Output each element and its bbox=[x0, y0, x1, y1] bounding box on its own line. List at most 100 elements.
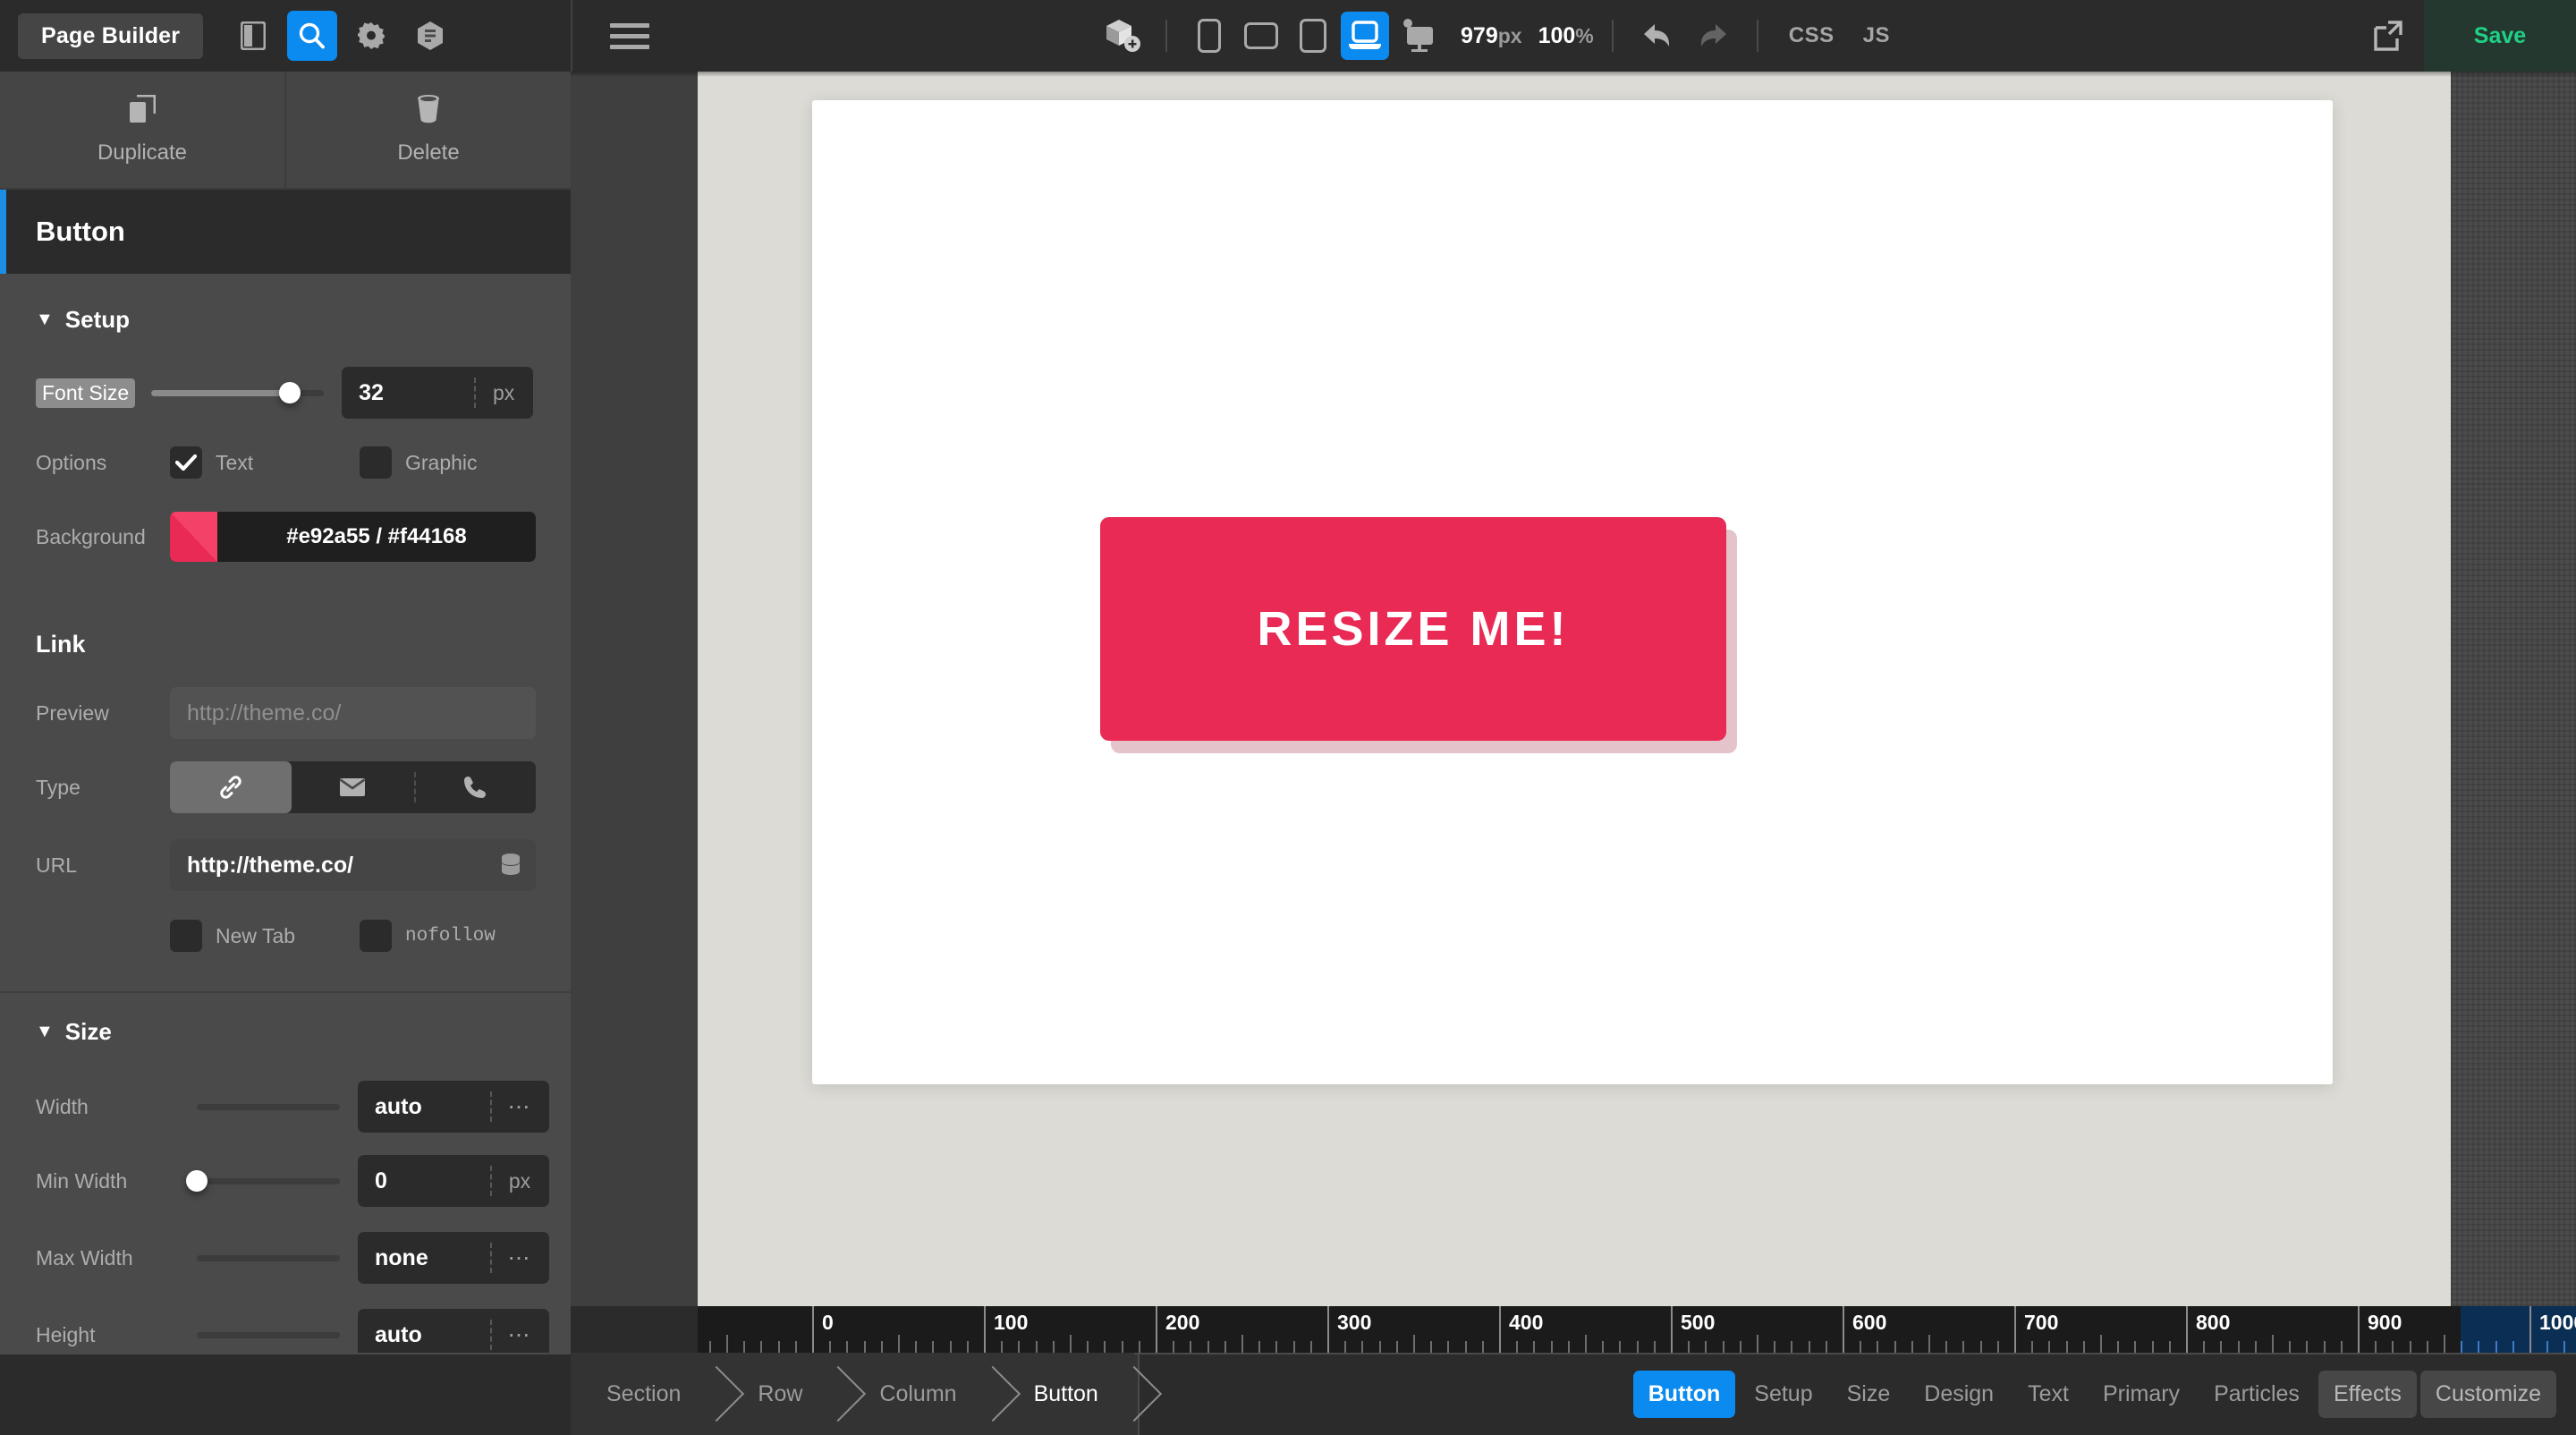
undo-arrow-icon[interactable] bbox=[1631, 10, 1683, 62]
size-section-title[interactable]: ▼ Size bbox=[0, 993, 571, 1071]
link-type-label: Type bbox=[36, 776, 170, 800]
ruler-tick bbox=[795, 1341, 797, 1353]
hamburger-menu-icon[interactable] bbox=[610, 23, 649, 49]
new-tab-option[interactable]: New Tab bbox=[170, 920, 360, 952]
device-desktop[interactable] bbox=[1393, 12, 1441, 60]
height-more-icon[interactable]: ⋯ bbox=[490, 1329, 549, 1342]
max-width-more-icon[interactable]: ⋯ bbox=[490, 1252, 549, 1265]
font-size-value: 32 bbox=[342, 380, 474, 406]
new-tab-label: New Tab bbox=[216, 924, 295, 948]
height-slider[interactable] bbox=[197, 1329, 340, 1340]
trash-icon bbox=[415, 95, 442, 128]
width-more-icon[interactable]: ⋯ bbox=[490, 1100, 549, 1114]
url-label: URL bbox=[36, 853, 170, 878]
ruler-tick bbox=[2203, 1341, 2205, 1353]
ruler-tick bbox=[1757, 1335, 1758, 1353]
open-external-icon[interactable] bbox=[2352, 0, 2424, 72]
ruler-tick bbox=[1928, 1335, 1930, 1353]
gear-icon[interactable] bbox=[346, 11, 396, 61]
tab-customize[interactable]: Customize bbox=[2420, 1371, 2556, 1418]
tab-design[interactable]: Design bbox=[1909, 1371, 2009, 1418]
background-color-field[interactable]: #e92a55 / #f44168 bbox=[170, 512, 536, 562]
ruler-tick bbox=[1070, 1335, 1072, 1353]
preview-input[interactable] bbox=[170, 687, 536, 739]
option-text[interactable]: Text bbox=[170, 446, 360, 479]
ruler-tick bbox=[967, 1341, 969, 1353]
min-width-unit: px bbox=[490, 1169, 549, 1193]
nofollow-checkbox[interactable] bbox=[360, 920, 392, 952]
save-button[interactable]: Save bbox=[2424, 0, 2576, 72]
delete-label: Delete bbox=[397, 140, 459, 166]
delete-button[interactable]: Delete bbox=[284, 72, 571, 188]
ruler-tick bbox=[1740, 1341, 1741, 1353]
device-tablet-portrait[interactable] bbox=[1289, 12, 1337, 60]
chevron-down-icon: ▼ bbox=[36, 310, 54, 330]
link-icon[interactable] bbox=[170, 761, 292, 813]
tab-particles[interactable]: Particles bbox=[2199, 1371, 2315, 1418]
page-builder-brand[interactable]: Page Builder bbox=[18, 13, 203, 59]
text-checkbox[interactable] bbox=[170, 446, 202, 479]
bottom-bar-topline bbox=[0, 1353, 2576, 1354]
tab-primary[interactable]: Primary bbox=[2088, 1371, 2195, 1418]
ruler-tick bbox=[2496, 1341, 2497, 1353]
redo-arrow-icon[interactable] bbox=[1687, 10, 1739, 62]
toolbar-center-group: 979px100% CSS JS bbox=[572, 0, 2352, 72]
ruler-tick bbox=[2478, 1341, 2479, 1353]
ruler-tick bbox=[1568, 1341, 1570, 1353]
width-slider[interactable] bbox=[197, 1101, 340, 1112]
tab-setup[interactable]: Setup bbox=[1739, 1371, 1827, 1418]
database-icon[interactable] bbox=[500, 853, 521, 882]
canvas-button[interactable]: RESIZE ME! bbox=[1100, 517, 1726, 741]
ruler-tick bbox=[2117, 1341, 2119, 1353]
ruler-tick bbox=[2306, 1341, 2308, 1353]
font-size-input[interactable]: 32 px bbox=[342, 367, 533, 419]
ruler-segment: 1000 bbox=[2529, 1306, 2576, 1353]
ruler-tick bbox=[950, 1341, 952, 1353]
height-label: Height bbox=[36, 1323, 170, 1347]
url-input[interactable] bbox=[170, 839, 536, 891]
breadcrumb-item[interactable]: Section bbox=[571, 1353, 716, 1435]
phone-icon[interactable] bbox=[414, 761, 536, 813]
url-field-wrapper bbox=[170, 839, 536, 891]
max-width-slider[interactable] bbox=[197, 1252, 340, 1263]
setup-section-title[interactable]: ▼ Setup bbox=[0, 274, 571, 359]
duplicate-button[interactable]: Duplicate bbox=[0, 72, 284, 188]
toolbar-divider-2 bbox=[1165, 20, 1167, 52]
panel-splitter[interactable] bbox=[571, 72, 698, 1306]
min-width-slider[interactable] bbox=[197, 1176, 340, 1186]
new-tab-checkbox[interactable] bbox=[170, 920, 202, 952]
device-mobile-landscape[interactable] bbox=[1237, 12, 1285, 60]
ruler-tick bbox=[915, 1341, 917, 1353]
layers-hex-icon[interactable] bbox=[405, 11, 455, 61]
tab-button[interactable]: Button bbox=[1633, 1371, 1736, 1418]
email-icon[interactable] bbox=[292, 761, 413, 813]
setup-title-label: Setup bbox=[65, 306, 130, 334]
nofollow-option[interactable]: nofollow bbox=[360, 920, 496, 952]
background-color-swatch[interactable] bbox=[170, 512, 217, 562]
width-input[interactable]: auto ⋯ bbox=[358, 1081, 549, 1133]
font-size-slider[interactable] bbox=[151, 387, 324, 398]
js-button[interactable]: JS bbox=[1851, 23, 1902, 48]
min-width-input[interactable]: 0 px bbox=[358, 1155, 549, 1207]
ruler-tick bbox=[2341, 1341, 2343, 1353]
horizontal-ruler[interactable]: 01002003004005006007008009001000 bbox=[698, 1306, 2576, 1353]
ruler-tick bbox=[2427, 1341, 2428, 1353]
add-module-icon[interactable] bbox=[1099, 12, 1148, 60]
device-laptop[interactable] bbox=[1341, 12, 1389, 60]
ruler-tick bbox=[2272, 1335, 2274, 1353]
graphic-checkbox[interactable] bbox=[360, 446, 392, 479]
tab-size[interactable]: Size bbox=[1832, 1371, 1906, 1418]
tab-text[interactable]: Text bbox=[2012, 1371, 2084, 1418]
device-mobile-portrait[interactable] bbox=[1185, 12, 1233, 60]
css-button[interactable]: CSS bbox=[1776, 23, 1847, 48]
element-actions: Duplicate Delete bbox=[0, 72, 571, 190]
panel-toggle-icon[interactable] bbox=[228, 11, 278, 61]
ruler-tick bbox=[846, 1341, 848, 1353]
option-graphic[interactable]: Graphic bbox=[360, 446, 478, 479]
tab-effects[interactable]: Effects bbox=[2318, 1371, 2417, 1418]
selected-element-header: Button bbox=[0, 190, 571, 274]
ruler-tick bbox=[1980, 1341, 1982, 1353]
ruler-tick bbox=[1173, 1341, 1174, 1353]
search-icon[interactable] bbox=[287, 11, 337, 61]
max-width-input[interactable]: none ⋯ bbox=[358, 1232, 549, 1284]
